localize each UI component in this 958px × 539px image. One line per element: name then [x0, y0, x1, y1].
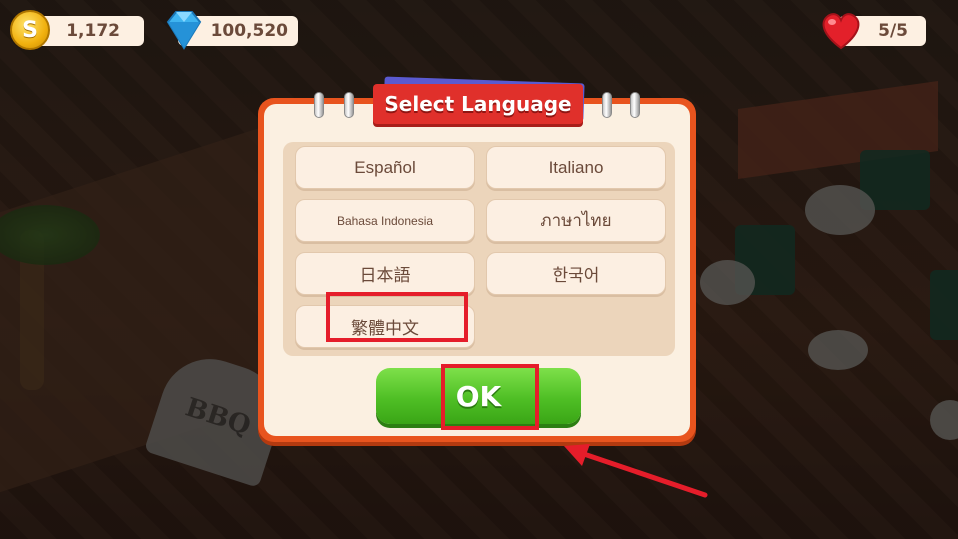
dialog-title: Select Language: [373, 84, 583, 124]
coin-symbol: S: [22, 17, 38, 43]
heart-icon: [822, 13, 860, 50]
language-option-spanish[interactable]: Español: [295, 146, 475, 189]
binder-ring: [344, 92, 354, 118]
gems-value: 100,520: [210, 21, 288, 41]
coins-value: 1,172: [66, 21, 120, 41]
coin-icon: S: [10, 10, 50, 50]
binder-ring: [602, 92, 612, 118]
ok-button[interactable]: OK: [376, 368, 581, 424]
language-option-indonesian[interactable]: Bahasa Indonesia: [295, 199, 475, 242]
binder-ring: [314, 92, 324, 118]
language-option-traditional-chinese[interactable]: 繁體中文: [295, 305, 475, 348]
language-option-japanese[interactable]: 日本語: [295, 252, 475, 295]
lives-value: 5/5: [878, 21, 908, 41]
diamond-icon: [166, 11, 202, 50]
language-option-thai[interactable]: ภาษาไทย: [486, 199, 666, 242]
binder-ring: [630, 92, 640, 118]
arrow-pointer-icon: [564, 444, 708, 498]
language-option-korean[interactable]: 한국어: [486, 252, 666, 295]
language-option-italian[interactable]: Italiano: [486, 146, 666, 189]
